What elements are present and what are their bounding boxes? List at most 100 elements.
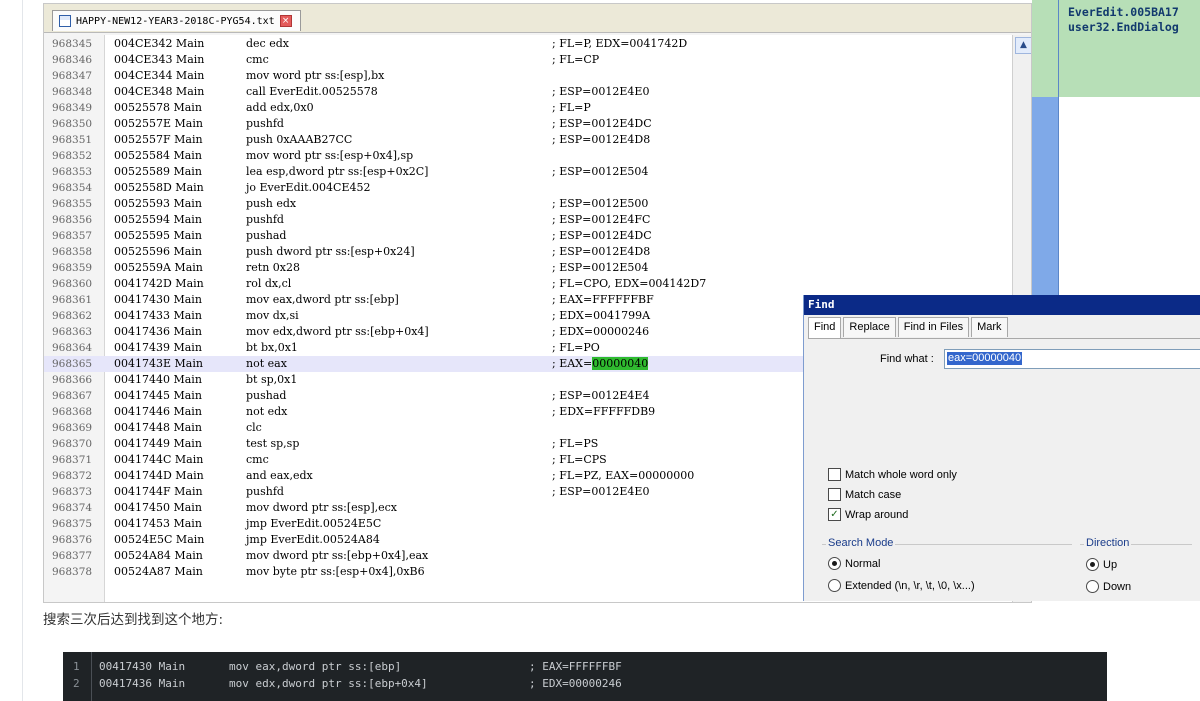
wrap-around-checkbox[interactable]: ✓ Wrap around xyxy=(828,508,908,521)
line-comment: ; EDX=FFFFFDB9 xyxy=(552,404,655,420)
line-address: 004CE348 Main xyxy=(114,85,205,98)
line-comment-text: ; ESP=0012E4E4 xyxy=(552,389,650,402)
editor-line[interactable]: 968354 0052558D Main jo EverEdit.004CE452 xyxy=(44,180,1012,196)
editor-line[interactable]: 968349 00525578 Main add edx,0x0 ; FL=P xyxy=(44,100,1012,116)
editor-line[interactable]: 968352 00525584 Main mov word ptr ss:[esp+… xyxy=(44,148,1012,164)
line-instruction: not eax xyxy=(246,357,287,370)
find-what-input[interactable]: eax=00000040 xyxy=(944,349,1200,369)
caption-text: 搜索三次后达到找到这个地方: xyxy=(43,612,224,628)
line-number: 968375 xyxy=(52,518,93,530)
editor-line[interactable]: 968348 004CE348 Main call EverEdit.0052557… xyxy=(44,84,1012,100)
line-comment: ; FL=CP xyxy=(552,52,599,68)
editor-line[interactable]: 968346 004CE343 Main cmc ; FL=CP xyxy=(44,52,1012,68)
search-match-highlight: 00000040 xyxy=(592,357,649,370)
line-instruction: jo EverEdit.004CE452 xyxy=(246,181,371,194)
line-comment-text: ; EDX=00000246 xyxy=(552,325,650,338)
line-number: 968347 xyxy=(52,70,93,82)
line-address: 00525593 Main xyxy=(114,197,202,210)
line-comment: ; ESP=0012E4E4 xyxy=(552,388,649,404)
line-comment: ; ESP=0012E4D8 xyxy=(552,132,650,148)
line-instruction: and eax,edx xyxy=(246,469,313,482)
match-case-checkbox[interactable]: Match case xyxy=(828,488,901,501)
line-number: 968376 xyxy=(52,534,93,546)
search-mode-normal-radio[interactable]: Normal xyxy=(828,557,880,570)
search-mode-title: Search Mode xyxy=(826,537,896,549)
line-comment-text: ; FL=P xyxy=(552,101,591,114)
line-address: 00525589 Main xyxy=(114,165,202,178)
tab-mark[interactable]: Mark xyxy=(971,317,1008,337)
line-instruction: clc xyxy=(246,421,262,434)
editor-line[interactable]: 968355 00525593 Main push edx ; ESP=0012E50… xyxy=(44,196,1012,212)
match-whole-word-label: Match whole word only xyxy=(845,468,957,481)
close-icon[interactable]: × xyxy=(279,15,292,27)
code-line-number: 1 xyxy=(73,660,80,673)
match-whole-word-checkbox[interactable]: Match whole word only xyxy=(828,468,957,481)
line-comment-text: ; ESP=0012E500 xyxy=(552,197,649,210)
line-comment-text: ; FL=P, EDX=0041742D xyxy=(552,37,688,50)
tab-find[interactable]: Find xyxy=(808,317,842,338)
line-instruction: mov word ptr ss:[esp+0x4],sp xyxy=(246,149,414,162)
line-instruction: mov eax,dword ptr ss:[ebp] xyxy=(246,293,399,306)
line-comment: ; EAX=FFFFFFBF xyxy=(552,292,654,308)
line-number: 968346 xyxy=(52,54,93,66)
editor-line[interactable]: 968347 004CE344 Main mov word ptr ss:[esp]… xyxy=(44,68,1012,84)
line-comment: ; ESP=0012E504 xyxy=(552,260,648,276)
line-number: 968362 xyxy=(52,310,93,322)
line-address: 004CE343 Main xyxy=(114,53,205,66)
line-address: 00525596 Main xyxy=(114,245,202,258)
search-mode-normal-label: Normal xyxy=(845,557,881,570)
code-instruction: mov eax,dword ptr ss:[ebp] xyxy=(229,660,402,673)
line-instruction: mov edx,dword ptr ss:[ebp+0x4] xyxy=(246,325,429,338)
line-address: 00417453 Main xyxy=(114,517,202,530)
find-what-value: eax=00000040 xyxy=(947,352,1023,365)
editor-line[interactable]: 968356 00525594 Main pushfd ; ESP=0012E4FC xyxy=(44,212,1012,228)
line-comment: ; EDX=0041799A xyxy=(552,308,650,324)
scroll-up-icon[interactable]: ▲ xyxy=(1015,37,1031,54)
editor-line[interactable]: 968345 004CE342 Main dec edx ; FL=P, EDX=00… xyxy=(44,36,1012,52)
line-number: 968377 xyxy=(52,550,93,562)
line-comment-text: ; ESP=0012E504 xyxy=(552,261,649,274)
line-comment: ; ESP=0012E4E0 xyxy=(552,84,649,100)
line-number: 968349 xyxy=(52,102,93,114)
direction-up-radio[interactable]: Up xyxy=(1086,558,1117,571)
line-comment: ; EAX=00000040 xyxy=(552,356,649,372)
editor-line[interactable]: 968351 0052557F Main push 0xAAAB27CC ; ESP=… xyxy=(44,132,1012,148)
tab-find-in-files[interactable]: Find in Files xyxy=(897,317,970,337)
line-comment: ; FL=P, EDX=0041742D xyxy=(552,36,687,52)
line-number: 968348 xyxy=(52,86,93,98)
editor-line[interactable]: 968350 0052557E Main pushfd ; ESP=0012E4DC xyxy=(44,116,1012,132)
line-number: 968370 xyxy=(52,438,93,450)
editor-line[interactable]: 968353 00525589 Main lea esp,dword ptr ss:… xyxy=(44,164,1012,180)
line-comment-text: ; EAX= xyxy=(552,357,593,370)
wrap-around-label: Wrap around xyxy=(845,508,909,521)
line-address: 00417436 Main xyxy=(114,325,202,338)
line-address: 00525578 Main xyxy=(114,101,202,114)
line-address: 00524A84 Main xyxy=(114,549,203,562)
line-comment-text: ; ESP=0012E4E0 xyxy=(552,485,650,498)
tab-replace[interactable]: Replace xyxy=(843,317,896,337)
search-mode-extended-radio[interactable]: Extended (\n, \r, \t, \0, \x...) xyxy=(828,579,975,592)
line-number: 968363 xyxy=(52,326,93,338)
line-comment: ; ESP=0012E4D8 xyxy=(552,244,650,260)
line-address: 00525594 Main xyxy=(114,213,202,226)
file-tab[interactable]: HAPPY-NEW12-YEAR3-2018C-PYG54.txt × xyxy=(52,10,301,31)
line-comment-text: ; ESP=0012E504 xyxy=(552,165,649,178)
radio-icon xyxy=(1086,580,1099,593)
side-panel-line-1: EverEdit.005BA17 xyxy=(1068,5,1179,19)
editor-line[interactable]: 968358 00525596 Main push dword ptr ss:[es… xyxy=(44,244,1012,260)
line-number: 968353 xyxy=(52,166,93,178)
line-comment-text: ; EDX=FFFFFDB9 xyxy=(552,405,656,418)
line-instruction: mov word ptr ss:[esp],bx xyxy=(246,69,385,82)
editor-line[interactable]: 968357 00525595 Main pushad ; ESP=0012E4DC xyxy=(44,228,1012,244)
find-dialog-body: Find what : eax=00000040 Match whole wor… xyxy=(808,338,1200,601)
direction-down-radio[interactable]: Down xyxy=(1086,580,1131,593)
line-instruction: dec edx xyxy=(246,37,289,50)
checkbox-icon xyxy=(828,468,841,481)
editor-line[interactable]: 968360 0041742D Main rol dx,cl ; FL=CPO, ED… xyxy=(44,276,1012,292)
line-instruction: jmp EverEdit.00524E5C xyxy=(246,517,382,530)
line-address: 0052558D Main xyxy=(114,181,204,194)
line-comment: ; EDX=00000246 xyxy=(552,324,649,340)
direction-title: Direction xyxy=(1084,537,1132,549)
direction-up-label: Up xyxy=(1103,558,1118,571)
editor-line[interactable]: 968359 0052559A Main retn 0x28 ; ESP=0012E5… xyxy=(44,260,1012,276)
